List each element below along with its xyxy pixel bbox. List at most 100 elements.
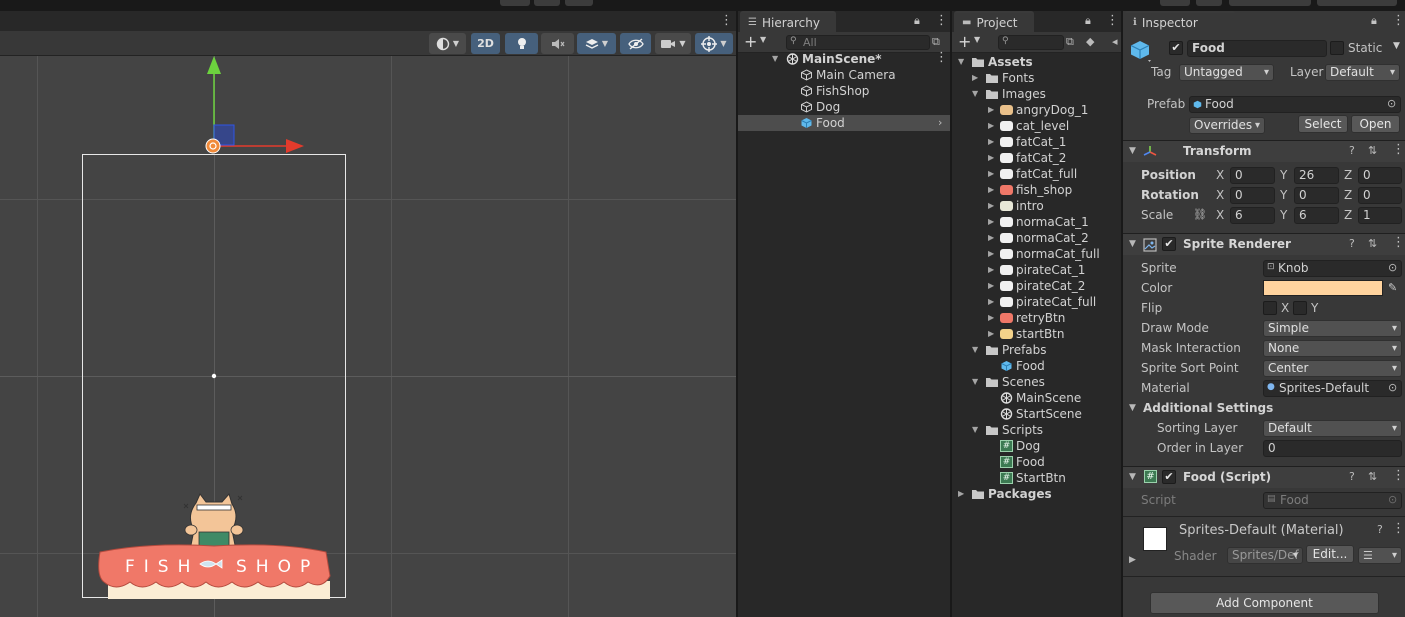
object-name-input[interactable]: Food: [1187, 40, 1327, 57]
create-dropdown-icon[interactable]: ▼: [760, 35, 766, 44]
project-asset[interactable]: ▶ intro: [952, 198, 1121, 214]
project-folder[interactable]: ▼ Images: [952, 86, 1121, 102]
prefab-field[interactable]: Food: [1189, 96, 1401, 113]
expand-arrow-icon[interactable]: ▶: [988, 262, 994, 278]
create-dropdown-icon[interactable]: ▼: [974, 35, 980, 44]
project-asset[interactable]: # StartBtn: [952, 470, 1121, 486]
project-asset[interactable]: ▶ fatCat_2: [952, 150, 1121, 166]
project-asset[interactable]: ▶ cat_level: [952, 118, 1121, 134]
expand-arrow-icon[interactable]: ▶: [988, 326, 994, 342]
project-asset[interactable]: ▶ startBtn: [952, 326, 1121, 342]
order-in-layer-input[interactable]: 0: [1263, 440, 1402, 457]
open-prefab-arrow-icon[interactable]: ›: [938, 115, 942, 131]
hierarchy-item[interactable]: FishShop: [738, 83, 950, 99]
lock-icon[interactable]: 🔒︎: [1371, 14, 1377, 28]
pause-button[interactable]: [534, 0, 560, 6]
mask-interaction-dropdown[interactable]: None: [1263, 340, 1402, 357]
rotation-x-input[interactable]: 0: [1230, 187, 1275, 204]
hierarchy-item[interactable]: Main Camera: [738, 67, 950, 83]
fold-arrow-icon[interactable]: ▼: [1129, 146, 1136, 156]
position-x-input[interactable]: 0: [1230, 167, 1275, 184]
fold-arrow-icon[interactable]: ▼: [1129, 472, 1136, 482]
fold-arrow-icon[interactable]: ▼: [1129, 239, 1136, 249]
lighting-toggle[interactable]: [505, 33, 538, 54]
expand-arrow-icon[interactable]: ▶: [988, 310, 994, 326]
project-asset[interactable]: ▶ fatCat_1: [952, 134, 1121, 150]
select-prefab-button[interactable]: Select: [1298, 115, 1348, 133]
presets-icon[interactable]: ⇅: [1368, 144, 1377, 157]
play-button[interactable]: [500, 0, 530, 6]
layer-dropdown[interactable]: Default: [1325, 64, 1400, 81]
tab-project[interactable]: ▬ Project: [954, 11, 1034, 32]
project-asset[interactable]: ▶ normaCat_1: [952, 214, 1121, 230]
tab-hierarchy[interactable]: ☰ Hierarchy: [740, 11, 836, 32]
favorites-icon[interactable]: ◂: [1112, 35, 1118, 48]
expand-arrow-icon[interactable]: ▶: [988, 102, 994, 118]
sorting-layer-dropdown[interactable]: Default: [1263, 420, 1402, 437]
lock-icon[interactable]: 🔒︎: [914, 14, 920, 28]
project-asset[interactable]: ▶ pirateCat_1: [952, 262, 1121, 278]
presets-icon[interactable]: ⇅: [1368, 237, 1377, 250]
project-asset[interactable]: ▶ pirateCat_full: [952, 294, 1121, 310]
project-folder[interactable]: ▼ Assets: [952, 54, 1121, 70]
project-asset[interactable]: # Food: [952, 454, 1121, 470]
gizmos-dropdown[interactable]: ▼: [695, 33, 733, 54]
project-asset[interactable]: ▶ retryBtn: [952, 310, 1121, 326]
create-plus-icon[interactable]: +: [958, 32, 971, 51]
color-swatch[interactable]: [1263, 280, 1383, 296]
collapse-arrow-icon[interactable]: ▼: [972, 342, 978, 358]
hierarchy-search-input[interactable]: All: [786, 35, 930, 50]
move-gizmo[interactable]: [205, 56, 304, 154]
project-folder[interactable]: ▶ Fonts: [952, 70, 1121, 86]
search-button[interactable]: [1196, 0, 1222, 6]
sprite-renderer-enabled-checkbox[interactable]: ✔: [1162, 237, 1176, 251]
x-axis-handle[interactable]: [286, 139, 304, 153]
history-button[interactable]: [1160, 0, 1190, 6]
eyedropper-icon[interactable]: ✎: [1388, 281, 1397, 294]
create-plus-icon[interactable]: +: [744, 32, 757, 51]
position-y-input[interactable]: 26: [1294, 167, 1339, 184]
layers-dropdown[interactable]: [1229, 0, 1311, 6]
project-asset[interactable]: ▶ fish_shop: [952, 182, 1121, 198]
search-by-type-icon[interactable]: ⧉: [1066, 35, 1074, 49]
expand-arrow-icon[interactable]: ▶: [988, 182, 994, 198]
constrain-proportions-icon[interactable]: ⛓: [1193, 208, 1207, 221]
expand-arrow-icon[interactable]: ▶: [972, 70, 978, 86]
project-asset[interactable]: MainScene: [952, 390, 1121, 406]
flip-x-checkbox[interactable]: [1263, 301, 1277, 315]
lock-icon[interactable]: 🔒︎: [1085, 14, 1091, 28]
open-prefab-button[interactable]: Open: [1351, 115, 1400, 133]
shader-options-dropdown[interactable]: ☰: [1358, 547, 1402, 564]
expand-arrow-icon[interactable]: ▶: [988, 294, 994, 310]
step-button[interactable]: [565, 0, 593, 6]
audio-toggle[interactable]: [541, 33, 574, 54]
additional-settings-label[interactable]: Additional Settings: [1143, 401, 1273, 415]
object-picker-icon[interactable]: ⊙: [1387, 97, 1396, 110]
expand-arrow-icon[interactable]: ▶: [988, 150, 994, 166]
expand-arrow-icon[interactable]: ▶: [988, 230, 994, 246]
scale-z-input[interactable]: 1: [1358, 207, 1402, 224]
project-asset[interactable]: # Dog: [952, 438, 1121, 454]
sprite-sort-point-dropdown[interactable]: Center: [1263, 360, 1402, 377]
expand-arrow-icon[interactable]: ▶: [988, 278, 994, 294]
sprite-renderer-header[interactable]: ▼ ✔ Sprite Renderer ? ⇅: [1123, 233, 1405, 255]
expand-arrow-icon[interactable]: ▶: [988, 214, 994, 230]
shader-dropdown[interactable]: Sprites/Def: [1227, 547, 1303, 564]
fold-arrow-icon[interactable]: ▶: [1129, 555, 1136, 565]
tag-dropdown[interactable]: Untagged: [1179, 64, 1274, 81]
expand-arrow-icon[interactable]: ▶: [988, 166, 994, 182]
material-field[interactable]: Sprites-Default: [1263, 380, 1402, 397]
project-asset[interactable]: ▶ normaCat_2: [952, 230, 1121, 246]
project-folder[interactable]: ▼ Scenes: [952, 374, 1121, 390]
object-picker-icon[interactable]: ⊙: [1388, 381, 1397, 394]
scale-y-input[interactable]: 6: [1294, 207, 1339, 224]
y-axis-handle[interactable]: [207, 56, 221, 74]
project-asset[interactable]: StartScene: [952, 406, 1121, 422]
effects-dropdown[interactable]: ▼: [577, 33, 616, 54]
add-component-button[interactable]: Add Component: [1150, 592, 1379, 614]
overrides-dropdown[interactable]: Overrides: [1189, 117, 1265, 134]
object-picker-icon[interactable]: ⊙: [1388, 261, 1397, 274]
scene-viewport[interactable]: FISH SHOP: [0, 56, 736, 617]
tab-inspector[interactable]: ℹ Inspector: [1125, 11, 1235, 32]
layout-dropdown[interactable]: [1317, 0, 1397, 6]
